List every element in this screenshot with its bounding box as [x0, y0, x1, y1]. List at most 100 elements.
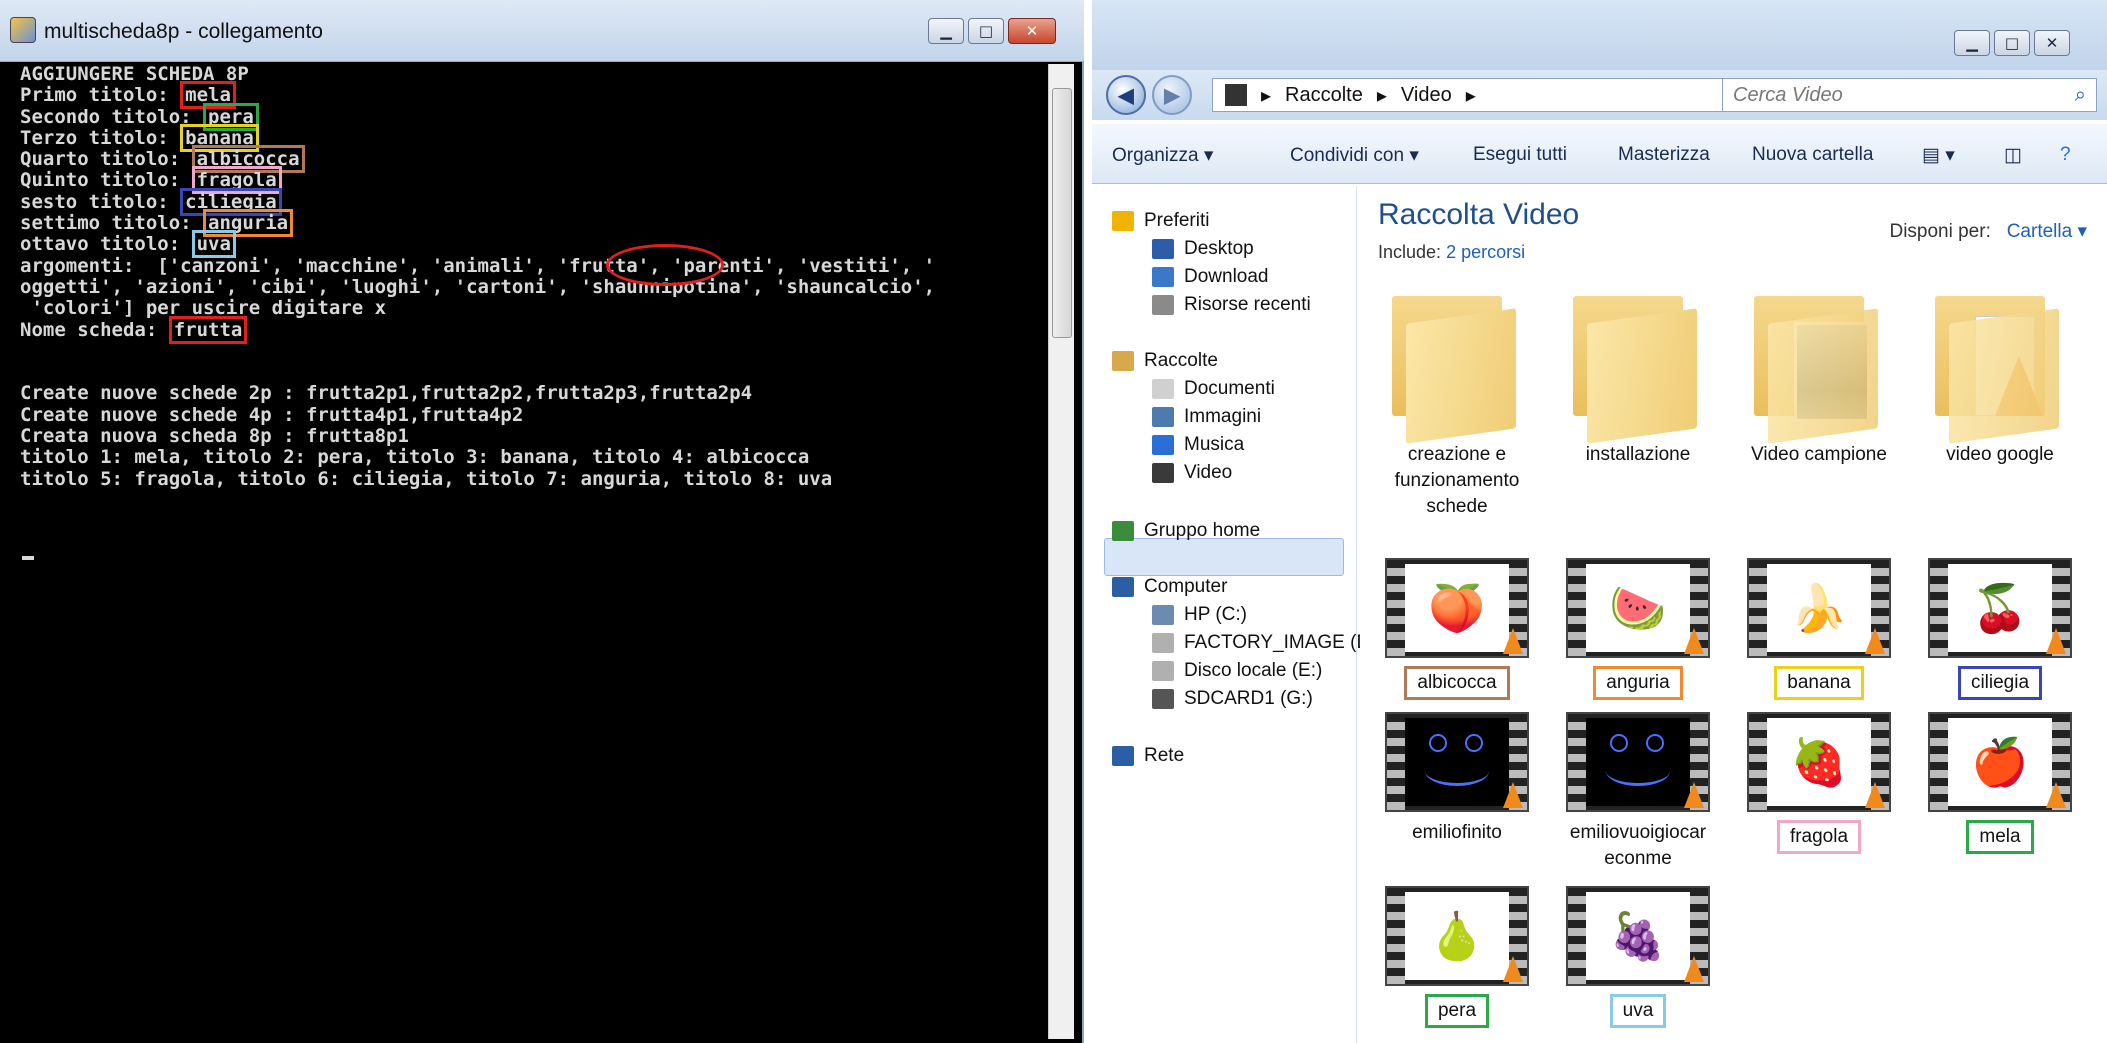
nav-item-factory-image-d[interactable]: FACTORY_IMAGE (D: [1152, 628, 1370, 658]
nav-item-label: Risorse recenti: [1184, 294, 1311, 315]
console-line: Create nuove schede 4p : frutta4p1,frutt…: [20, 404, 1040, 426]
new-folder-button[interactable]: Nuova cartella: [1752, 144, 1873, 166]
folder-item[interactable]: creazione e funzionamento schede: [1372, 296, 1542, 520]
console-line: sesto titolo: ciliegia: [20, 187, 1040, 216]
nav-item-label: Video: [1184, 462, 1233, 483]
video-item[interactable]: emiliofinito: [1372, 712, 1542, 846]
console-scrollbar[interactable]: [1048, 64, 1074, 1039]
drive-c-icon: [1152, 605, 1174, 625]
video-thumbnail: 🍇: [1566, 886, 1710, 986]
forward-button[interactable]: ▶: [1152, 75, 1192, 115]
video-item[interactable]: 🍑 albicocca: [1372, 558, 1542, 700]
nav-item-label: Documenti: [1184, 378, 1275, 399]
folder-item[interactable]: video google: [1915, 296, 2085, 468]
vlc-icon: [2046, 628, 2066, 654]
nav-item-gruppo-home[interactable]: Gruppo home: [1112, 516, 1260, 546]
nav-item-video[interactable]: Video: [1152, 458, 1232, 488]
maximize-button[interactable]: □: [1994, 30, 2030, 56]
nav-item-immagini[interactable]: Immagini: [1152, 402, 1261, 432]
nav-item-raccolte[interactable]: Raccolte: [1112, 346, 1218, 376]
breadcrumb-separator: ▸: [1465, 84, 1476, 107]
explorer-titlebar[interactable]: ▁ □ ✕: [1092, 0, 2107, 74]
play-all-button[interactable]: Esegui tutti: [1473, 144, 1567, 166]
nav-item-label: Musica: [1184, 434, 1245, 455]
folder-label: video google: [1946, 444, 2054, 465]
nav-item-preferiti[interactable]: Preferiti: [1112, 206, 1209, 236]
back-button[interactable]: ◀: [1106, 75, 1146, 115]
fruit-image: 🍌: [1790, 581, 1848, 635]
video-icon: [1152, 463, 1174, 483]
library-title: Raccolta Video: [1378, 198, 1580, 231]
explorer-window-controls: ▁ □ ✕: [1954, 30, 2070, 56]
video-thumbnail: 🍒: [1928, 558, 2072, 658]
minimize-button[interactable]: ▁: [1954, 30, 1990, 56]
star-icon: [1112, 211, 1134, 231]
preview-pane-icon[interactable]: ◫: [2004, 144, 2022, 167]
nav-item-rete[interactable]: Rete: [1112, 741, 1184, 771]
video-item[interactable]: 🍌 banana: [1734, 558, 1904, 700]
search-icon[interactable]: ⌕: [2075, 84, 2086, 107]
nav-item-label: FACTORY_IMAGE (D: [1184, 632, 1371, 653]
nav-item-hp-c[interactable]: HP (C:): [1152, 600, 1247, 630]
breadcrumb-separator: ▸: [1261, 84, 1272, 107]
include-locations-link[interactable]: 2 percorsi: [1446, 242, 1525, 262]
view-options-icon[interactable]: ▤ ▾: [1922, 144, 1955, 167]
search-box[interactable]: Cerca Video ⌕: [1722, 78, 2097, 112]
close-button[interactable]: ✕: [2034, 30, 2070, 56]
close-button[interactable]: ✕: [1008, 18, 1056, 44]
folder-item[interactable]: Video campione: [1734, 296, 1904, 468]
breadcrumb-raccolte[interactable]: Raccolte: [1285, 84, 1363, 107]
arrange-dropdown[interactable]: Cartella ▾: [2007, 221, 2087, 242]
video-thumbnail: [1385, 712, 1529, 812]
console-window: multischeda8p - collegamento ▁ □ ✕ AGGIU…: [0, 0, 1084, 1043]
vlc-icon: [1503, 956, 1523, 982]
folder-icon: [1573, 296, 1703, 444]
nav-item-risorse-recenti[interactable]: Risorse recenti: [1152, 290, 1311, 320]
video-item[interactable]: 🍎 mela: [1915, 712, 2085, 854]
console-line: Quinto titolo: fragola: [20, 166, 1040, 195]
folder-item[interactable]: installazione: [1553, 296, 1723, 468]
nav-item-computer[interactable]: Computer: [1112, 572, 1227, 602]
nav-item-download[interactable]: Download: [1152, 262, 1269, 292]
fruit-image: 🍉: [1609, 581, 1667, 635]
organize-button[interactable]: Organizza ▾: [1112, 144, 1213, 167]
nav-item-disco-locale-e[interactable]: Disco locale (E:): [1152, 656, 1322, 686]
address-bar[interactable]: ▸ Raccolte ▸ Video ▸ ▾ ↻: [1212, 78, 1792, 112]
breadcrumb-video[interactable]: Video: [1401, 84, 1452, 107]
folder-label: installazione: [1585, 444, 1691, 465]
vlc-icon: [1684, 628, 1704, 654]
video-item[interactable]: 🍇 uva: [1553, 886, 1723, 1028]
video-item[interactable]: 🍒 ciliegia: [1915, 558, 2085, 700]
nav-item-desktop[interactable]: Desktop: [1152, 234, 1254, 264]
video-item[interactable]: emiliovuoigiocar econme: [1553, 712, 1723, 872]
nav-item-documenti[interactable]: Documenti: [1152, 374, 1275, 404]
video-item[interactable]: 🍓 fragola: [1734, 712, 1904, 854]
share-with-button[interactable]: Condividi con ▾: [1290, 144, 1419, 167]
arrange-by: Disponi per: Cartella ▾: [1889, 220, 2087, 243]
console-line-text: Nome scheda:: [20, 318, 169, 341]
navigation-pane: Preferiti Desktop Download Risorse recenti R…: [1092, 186, 1370, 1043]
nav-item-label: Disco locale (E:): [1184, 660, 1323, 681]
console-output[interactable]: AGGIUNGERE SCHEDA 8P Primo titolo: mela Se…: [20, 64, 1040, 1039]
console-titlebar[interactable]: multischeda8p - collegamento ▁ □ ✕: [0, 0, 1084, 62]
desktop-icon: [1152, 239, 1174, 259]
vlc-icon: [1503, 782, 1523, 808]
libraries-icon: [1112, 351, 1134, 371]
maximize-button[interactable]: □: [968, 18, 1004, 44]
video-item[interactable]: 🍐 pera: [1372, 886, 1542, 1028]
nav-item-sdcard1-g[interactable]: SDCARD1 (G:): [1152, 684, 1313, 714]
video-item[interactable]: 🍉 anguria: [1553, 558, 1723, 700]
nav-item-musica[interactable]: Musica: [1152, 430, 1244, 460]
video-label: emiliofinito: [1412, 822, 1502, 843]
burn-button[interactable]: Masterizza: [1618, 144, 1710, 166]
fruit-image: 🍓: [1790, 735, 1848, 789]
console-scroll-thumb[interactable]: [1052, 88, 1072, 338]
breadcrumb-separator: ▸: [1376, 84, 1387, 107]
console-answer-highlight: frutta: [168, 315, 248, 344]
minimize-button[interactable]: ▁: [928, 18, 964, 44]
console-line-text: Quarto titolo:: [20, 148, 192, 171]
vlc-icon: [1865, 782, 1885, 808]
help-icon[interactable]: ?: [2060, 144, 2071, 166]
